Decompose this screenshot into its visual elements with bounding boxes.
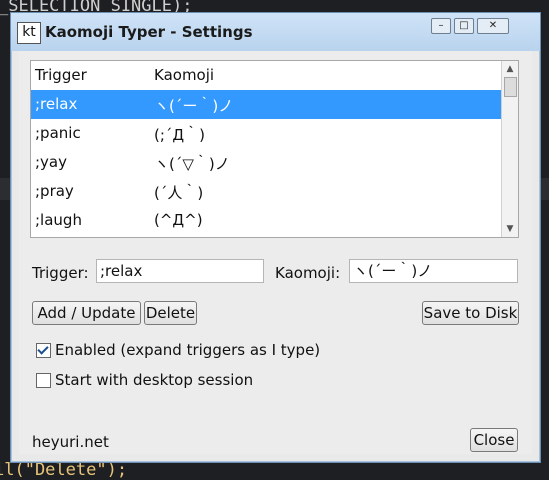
close-window-button[interactable]: ✕ [477,18,509,34]
list-rows: ;relax ヽ(´ー｀)ノ ;panic (;´Д｀) ;yay ヽ(´▽｀)ノ ;pra… [31,90,501,235]
list-item[interactable]: ;panic (;´Д｀) [31,119,501,148]
list-scrollbar[interactable]: ▲ ▼ [501,61,518,237]
row-kaomoji: ヽ(´ー｀)ノ [154,97,234,115]
column-header-trigger[interactable]: Trigger [35,66,87,84]
list-header: Trigger Kaomoji [31,61,501,88]
delete-button[interactable]: Delete [144,301,197,325]
row-kaomoji: ヽ(´▽｀)ノ [154,155,230,173]
bg-code-line-bottom: il("Delete"); [0,460,128,480]
row-kaomoji: (^Д^) [154,211,203,229]
row-kaomoji: (;´Д｀) [154,126,205,144]
scroll-up-arrow-icon[interactable]: ▲ [503,62,517,76]
settings-client-area: Trigger Kaomoji ;relax ヽ(´ー｀)ノ ;panic (;´Д｀… [19,51,532,454]
trigger-list[interactable]: Trigger Kaomoji ;relax ヽ(´ー｀)ノ ;panic (;´Д｀… [30,60,519,238]
row-kaomoji: (´人｀) [154,184,204,202]
column-header-kaomoji[interactable]: Kaomoji [154,66,214,84]
scrollbar-thumb[interactable] [504,77,517,97]
site-label: heyuri.net [32,433,109,451]
enabled-checkbox[interactable] [36,343,51,358]
minimize-button[interactable]: – [431,18,451,34]
row-trigger: ;yay [35,153,67,171]
maximize-button[interactable]: □ [454,18,474,34]
trigger-label: Trigger: [32,264,89,282]
startup-checkbox[interactable] [36,373,51,388]
title-bar[interactable]: kt Kaomoji Typer - Settings – □ ✕ [11,13,540,51]
list-item[interactable]: ;laugh (^Д^) [31,206,501,235]
list-item[interactable]: ;yay ヽ(´▽｀)ノ [31,148,501,177]
close-button[interactable]: Close [470,428,518,452]
settings-window: kt Kaomoji Typer - Settings – □ ✕ Trigge… [10,12,541,463]
startup-label[interactable]: Start with desktop session [55,371,253,389]
enabled-label[interactable]: Enabled (expand triggers as I type) [55,341,320,359]
list-item[interactable]: ;relax ヽ(´ー｀)ノ [31,90,501,119]
kaomoji-input[interactable]: ヽ(´ー｀)ノ [349,259,518,283]
scroll-down-arrow-icon[interactable]: ▼ [503,222,517,236]
app-icon: kt [17,22,41,44]
list-item[interactable]: ;pray (´人｀) [31,177,501,206]
row-trigger: ;panic [35,124,81,142]
add-update-button[interactable]: Add / Update [32,301,141,325]
row-trigger: ;laugh [35,211,82,229]
row-trigger: ;pray [35,182,74,200]
window-title: Kaomoji Typer - Settings [45,23,253,41]
trigger-input[interactable]: ;relax [96,259,264,283]
save-to-disk-button[interactable]: Save to Disk [422,301,519,325]
kaomoji-label: Kaomoji: [275,264,341,282]
row-trigger: ;relax [35,95,78,113]
